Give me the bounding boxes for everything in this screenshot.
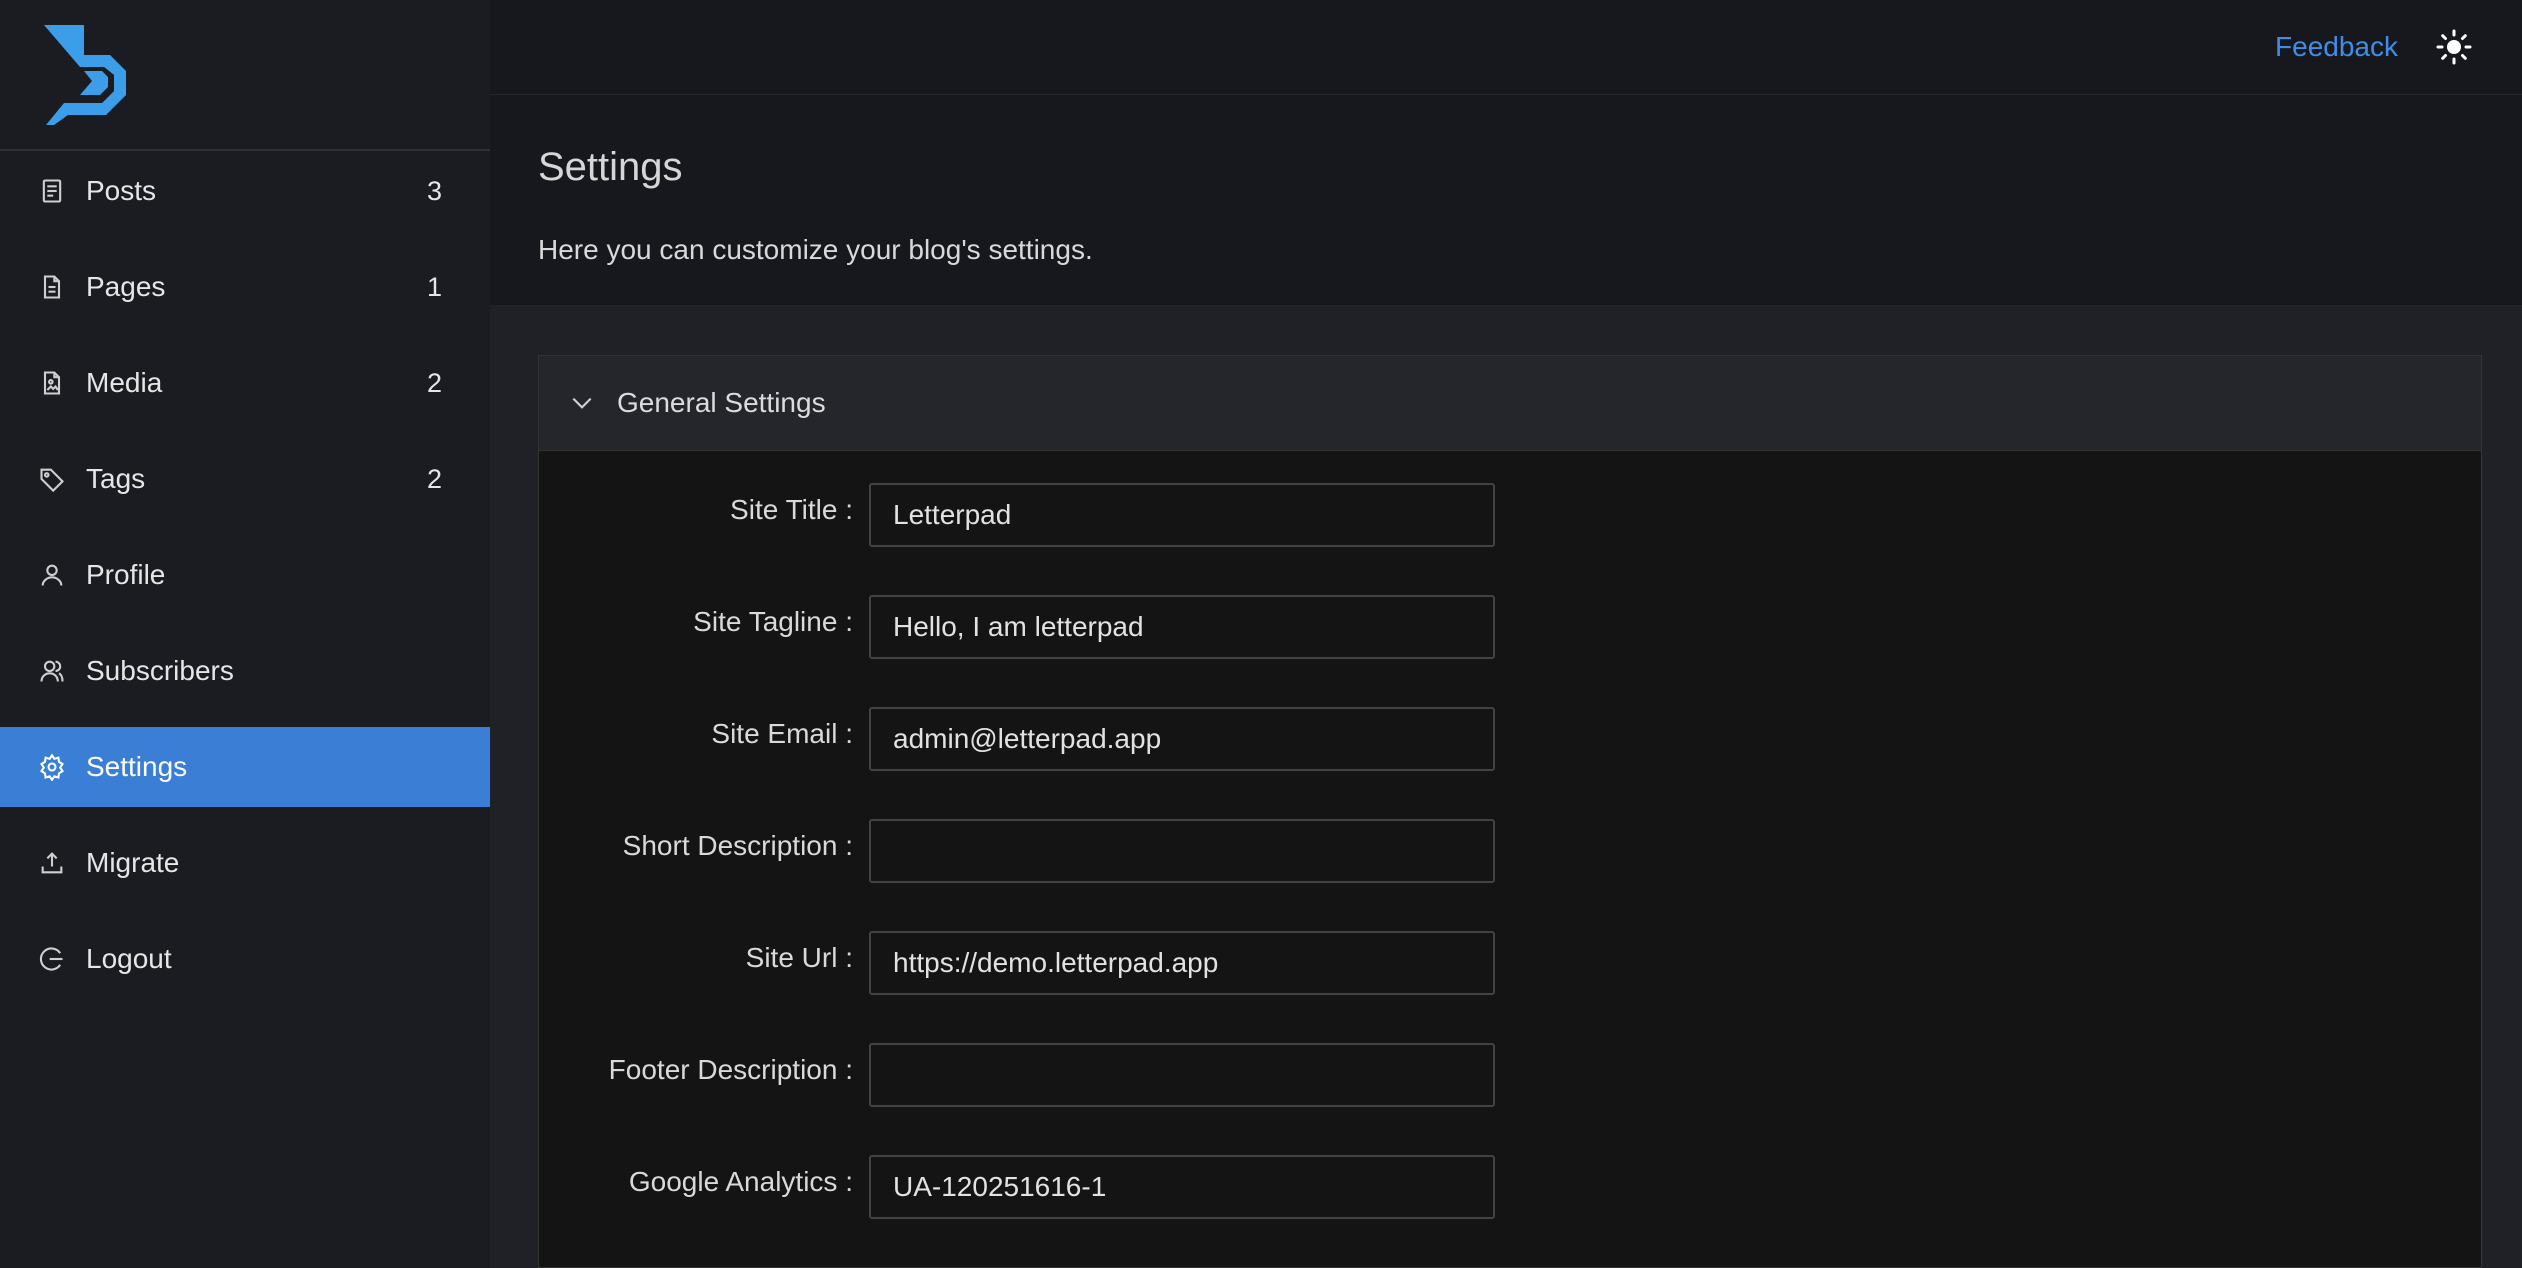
short-description-input[interactable] (869, 819, 1495, 883)
sidebar-item-media[interactable]: Media 2 (0, 343, 490, 423)
sidebar-item-label: Profile (86, 559, 166, 590)
site-email-label: Site Email : (711, 718, 853, 749)
sidebar-item-pages[interactable]: Pages 1 (0, 247, 490, 327)
site-title-label: Site Title : (730, 494, 853, 525)
sidebar-item-label: Migrate (86, 847, 180, 878)
general-settings-panel: General Settings Site Title : Site Tagli… (538, 355, 2482, 1268)
sun-icon[interactable] (2436, 29, 2472, 65)
gear-icon (38, 753, 66, 781)
general-settings-form: Site Title : Site Tagline : Site Email :… (539, 451, 2481, 1219)
document-list-icon (38, 177, 66, 205)
sidebar-item-count: 2 (426, 463, 442, 494)
site-tagline-input[interactable] (869, 595, 1495, 659)
general-settings-header[interactable]: General Settings (539, 356, 2481, 451)
file-icon (38, 273, 66, 301)
sidebar-item-count: 2 (426, 367, 442, 398)
google-analytics-input[interactable] (869, 1155, 1495, 1219)
user-icon (38, 561, 66, 589)
sidebar-item-posts[interactable]: Posts 3 (0, 151, 490, 231)
site-title-input[interactable] (869, 483, 1495, 547)
sidebar-item-migrate[interactable]: Migrate (0, 823, 490, 903)
short-description-label: Short Description : (622, 830, 853, 861)
form-row-short-description: Short Description : (539, 819, 2481, 883)
content-area: General Settings Site Title : Site Tagli… (490, 305, 2522, 1268)
letterpad-logo[interactable] (40, 24, 132, 125)
sidebar-item-label: Posts (86, 175, 157, 206)
form-row-footer-description: Footer Description : (539, 1043, 2481, 1107)
sidebar-item-label: Subscribers (86, 655, 234, 686)
footer-description-label: Footer Description : (608, 1054, 853, 1085)
page-description: Here you can customize your blog's setti… (538, 233, 1093, 265)
main-area: Feedback Settings Here you can customize… (490, 0, 2522, 1268)
tag-icon (38, 465, 66, 493)
feedback-link[interactable]: Feedback (2275, 31, 2398, 63)
footer-description-input[interactable] (869, 1043, 1495, 1107)
sidebar: Posts 3 Pages 1 Media 2 Tags 2 Profile S… (0, 0, 490, 1268)
form-row-site-title: Site Title : (539, 483, 2481, 547)
page-title: Settings (538, 144, 683, 189)
topbar: Feedback (490, 0, 2522, 95)
panel-title: General Settings (617, 387, 826, 418)
logo-area (0, 0, 490, 151)
logout-icon (38, 945, 66, 973)
site-url-label: Site Url : (745, 942, 853, 973)
sidebar-item-label: Media (86, 367, 163, 398)
sidebar-item-logout[interactable]: Logout (0, 919, 490, 999)
sidebar-item-settings[interactable]: Settings (0, 727, 490, 807)
form-row-site-email: Site Email : (539, 707, 2481, 771)
site-tagline-label: Site Tagline : (693, 606, 853, 637)
sidebar-item-label: Logout (86, 943, 172, 974)
sidebar-item-count: 1 (426, 271, 442, 302)
site-email-input[interactable] (869, 707, 1495, 771)
sidebar-item-profile[interactable]: Profile (0, 535, 490, 615)
app-root: Posts 3 Pages 1 Media 2 Tags 2 Profile S… (0, 0, 2522, 1268)
users-icon (38, 657, 66, 685)
upload-icon (38, 849, 66, 877)
form-row-site-url: Site Url : (539, 931, 2481, 995)
sidebar-item-label: Settings (86, 751, 188, 782)
form-row-site-tagline: Site Tagline : (539, 595, 2481, 659)
site-url-input[interactable] (869, 931, 1495, 995)
sidebar-item-tags[interactable]: Tags 2 (0, 439, 490, 519)
sidebar-item-label: Tags (86, 463, 146, 494)
form-row-google-analytics: Google Analytics : (539, 1155, 2481, 1219)
page-header: Settings Here you can customize your blo… (490, 94, 2522, 305)
sidebar-item-label: Pages (86, 271, 166, 302)
image-file-icon (38, 369, 66, 397)
sidebar-item-subscribers[interactable]: Subscribers (0, 631, 490, 711)
google-analytics-label: Google Analytics : (628, 1166, 853, 1197)
sidebar-nav: Posts 3 Pages 1 Media 2 Tags 2 Profile S… (0, 151, 490, 999)
chevron-down-icon (569, 390, 595, 416)
sidebar-item-count: 3 (426, 175, 442, 206)
